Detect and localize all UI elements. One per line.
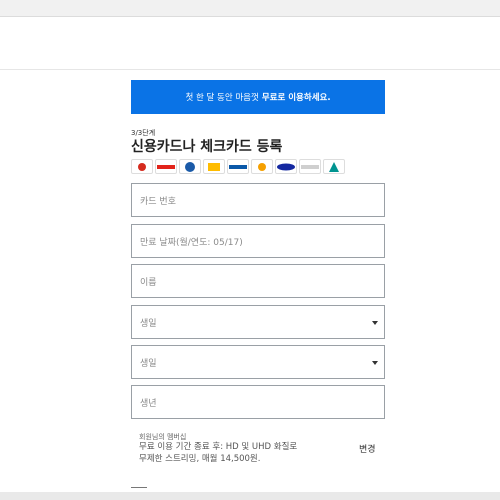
page-title: 신용카드나 체크카드 등록 (131, 139, 283, 155)
card-logo-icon (251, 159, 273, 174)
name-placeholder: 이름 (140, 277, 157, 288)
card-number-input[interactable]: 카드 번호 (131, 183, 385, 217)
birth-year-placeholder: 생년 (140, 398, 157, 409)
card-logo-icon (131, 159, 153, 174)
card-logo-icon (275, 159, 297, 174)
birth-month-placeholder: 생일 (140, 318, 157, 329)
card-logos (131, 159, 361, 175)
chevron-down-icon (372, 361, 378, 365)
birth-day-select[interactable]: 생일 (131, 345, 385, 379)
birth-month-select[interactable]: 생일 (131, 305, 385, 339)
card-logo-icon (203, 159, 225, 174)
card-logo-icon (155, 159, 177, 174)
chevron-down-icon (372, 321, 378, 325)
birth-day-placeholder: 생일 (140, 358, 157, 369)
banner-bold-text: 무료로 이용하세요. (261, 93, 331, 103)
card-logo-icon (227, 159, 249, 174)
change-plan-link[interactable]: 변경 (359, 442, 376, 455)
name-input[interactable]: 이름 (131, 264, 385, 298)
footer-strip (0, 492, 500, 500)
card-number-placeholder: 카드 번호 (140, 196, 176, 207)
card-logo-icon (179, 159, 201, 174)
free-trial-banner: 첫 한 달 동안 마음껏 무료로 이용하세요. (131, 80, 385, 114)
card-logo-icon (323, 159, 345, 174)
browser-top-strip (0, 0, 500, 17)
site-header (0, 17, 500, 70)
expiry-input[interactable]: 만료 날짜(월/연도: 05/17) (131, 224, 385, 258)
divider (131, 487, 147, 488)
expiry-placeholder: 만료 날짜(월/연도: 05/17) (140, 237, 243, 248)
banner-text: 첫 한 달 동안 마음껏 (185, 93, 259, 103)
membership-description: 무료 이용 기간 종료 후: HD 및 UHD 화질로 무제한 스트리밍, 매월… (139, 442, 298, 464)
birth-year-input[interactable]: 생년 (131, 385, 385, 419)
card-logo-icon (299, 159, 321, 174)
